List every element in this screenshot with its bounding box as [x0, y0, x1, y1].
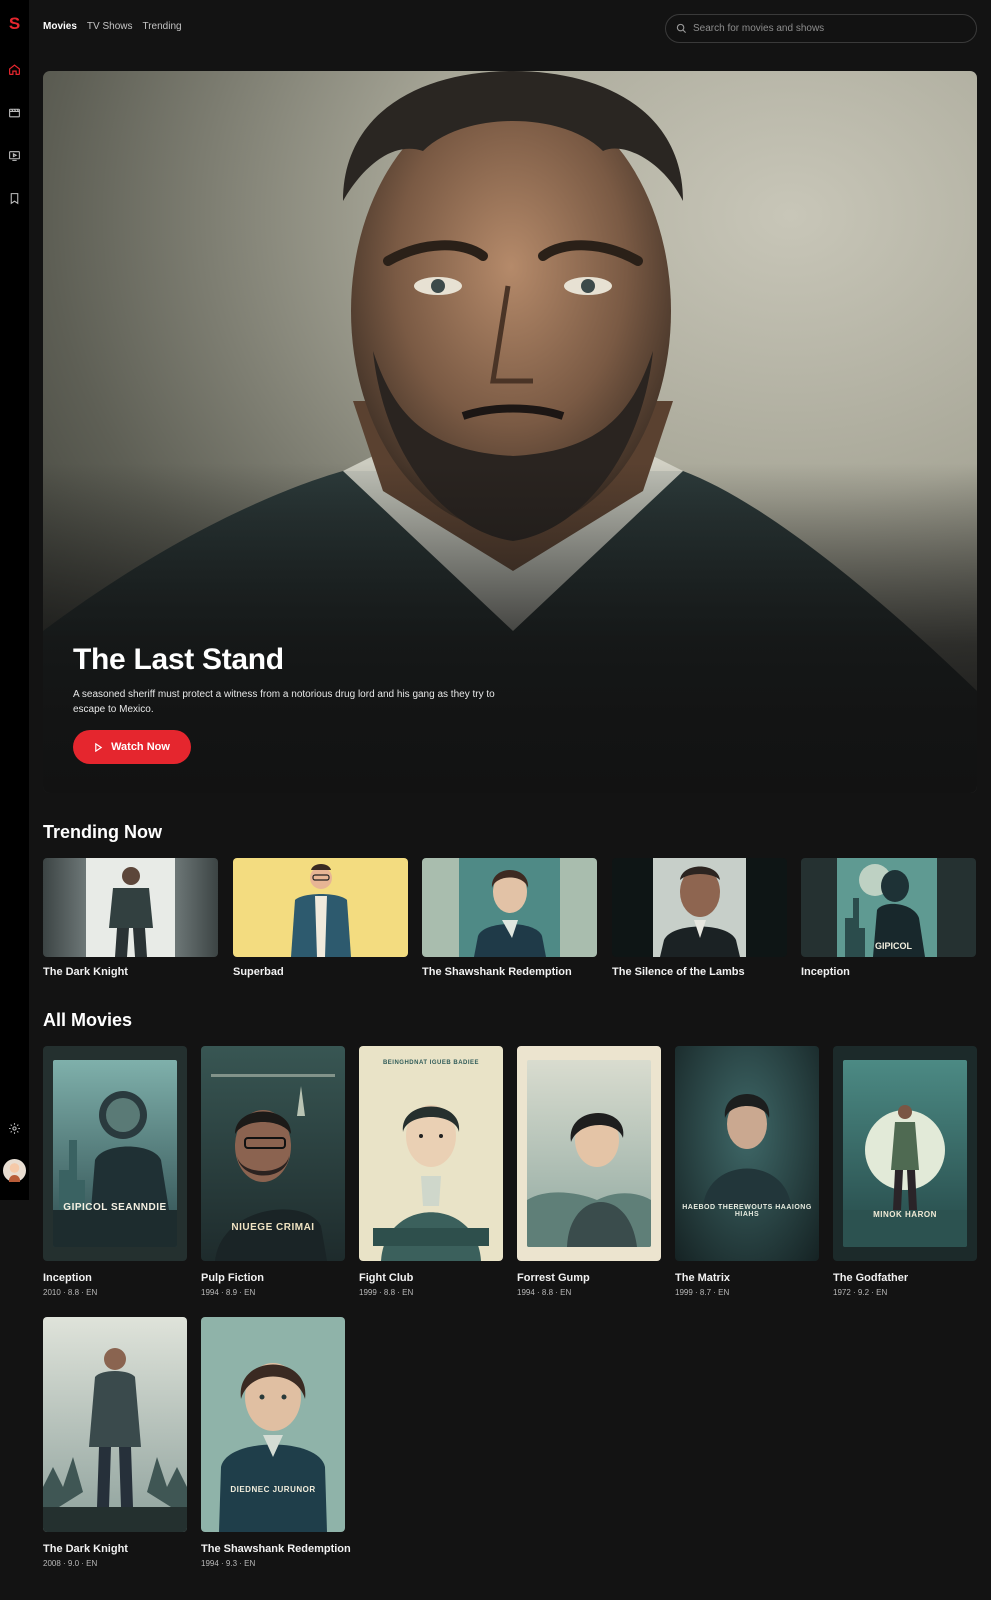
movie-title: The Dark Knight — [43, 1543, 128, 1555]
poster-title: GIPICOL SEANNDIE — [63, 1202, 167, 1213]
movie-card[interactable]: BEINGHDNAT IGUEB BADIEE Fight Club 1999 … — [359, 1046, 503, 1297]
movie-poster: GIPICOL SEANNDIE — [43, 1046, 187, 1261]
movie-title: The Shawshank Redemption — [201, 1543, 351, 1555]
movie-card[interactable]: HAEBOD THEREWOUTS HAAIONG HIAHS The Matr… — [675, 1046, 819, 1297]
sidebar: S — [0, 0, 29, 1200]
movie-title: Forrest Gump — [517, 1272, 590, 1284]
movie-poster — [43, 1317, 187, 1532]
poster-title: DIEDNEC JURUNOR — [230, 1485, 316, 1494]
movie-meta: 2008 · 9.0 · EN — [43, 1559, 98, 1568]
movie-card[interactable]: MINOK HARON The Godfather 1972 · 9.2 · E… — [833, 1046, 977, 1297]
hero-banner: The Last Stand A seasoned sheriff must p… — [43, 71, 977, 793]
movie-poster: MINOK HARON — [833, 1046, 977, 1261]
trending-label: Superbad — [233, 966, 284, 978]
movie-title: Fight Club — [359, 1272, 414, 1284]
movie-title: Inception — [43, 1272, 92, 1284]
movie-card[interactable]: NIUEGE CRIMAI Pulp Fiction 1994 · 8.9 · … — [201, 1046, 345, 1297]
poster-title: NIUEGE CRIMAI — [231, 1222, 315, 1233]
hero-description: A seasoned sheriff must protect a witnes… — [73, 689, 495, 715]
play-icon — [95, 742, 103, 752]
movie-meta: 1994 · 9.3 · EN — [201, 1559, 256, 1568]
tab-tv-shows[interactable]: TV Shows — [87, 21, 133, 32]
bookmark-icon[interactable] — [4, 188, 25, 209]
trending-label: The Dark Knight — [43, 966, 128, 978]
trending-card[interactable]: The Shawshank Redemption — [422, 858, 597, 978]
movie-card[interactable]: GIPICOL SEANNDIE Inception 2010 · 8.8 · … — [43, 1046, 187, 1297]
movie-poster: HAEBOD THEREWOUTS HAAIONG HIAHS — [675, 1046, 819, 1261]
trending-thumbnail: GIPICOL — [801, 858, 976, 957]
movies-icon[interactable] — [4, 102, 25, 123]
movie-meta: 1999 · 8.7 · EN — [675, 1288, 730, 1297]
trending-card[interactable]: The Dark Knight — [43, 858, 218, 978]
tab-movies[interactable]: Movies — [43, 21, 77, 32]
all-movies-title: All Movies — [43, 1010, 133, 1030]
movie-poster: BEINGHDNAT IGUEB BADIEE — [359, 1046, 503, 1261]
poster-title: MINOK HARON — [873, 1210, 937, 1219]
movie-poster: DIEDNEC JURUNOR — [201, 1317, 345, 1532]
trending-label: Inception — [801, 966, 850, 978]
app-logo[interactable]: S — [0, 14, 29, 34]
tv-icon[interactable] — [4, 145, 25, 166]
movie-card[interactable]: DIEDNEC JURUNOR The Shawshank Redemption… — [201, 1317, 351, 1568]
search-input[interactable] — [693, 23, 953, 34]
movie-meta: 2010 · 8.8 · EN — [43, 1288, 98, 1297]
watch-now-button[interactable]: Watch Now — [73, 730, 191, 764]
movie-title: The Godfather — [833, 1272, 909, 1284]
hero-title: The Last Stand — [73, 643, 284, 676]
home-icon[interactable] — [4, 59, 25, 80]
movie-poster: NIUEGE CRIMAI — [201, 1046, 345, 1261]
trending-label: The Shawshank Redemption — [422, 966, 572, 978]
poster-title: HAEBOD THEREWOUTS HAAIONG HIAHS — [682, 1204, 812, 1218]
avatar[interactable] — [3, 1159, 26, 1182]
trending-thumbnail — [43, 858, 218, 957]
movie-poster — [517, 1046, 661, 1261]
movie-meta: 1999 · 8.8 · EN — [359, 1288, 414, 1297]
movie-meta: 1994 · 8.8 · EN — [517, 1288, 572, 1297]
trending-title: Trending Now — [43, 822, 162, 842]
trending-thumbnail — [422, 858, 597, 957]
svg-text:GIPICOL: GIPICOL — [875, 941, 913, 951]
watch-now-label: Watch Now — [111, 741, 170, 753]
trending-card[interactable]: GIPICOL Inception — [801, 858, 976, 978]
movie-title: The Matrix — [675, 1272, 731, 1284]
top-nav: Movies TV Shows Trending — [43, 21, 182, 32]
trending-card[interactable]: Superbad — [233, 858, 408, 978]
trending-label: The Silence of the Lambs — [612, 966, 745, 978]
trending-card[interactable]: The Silence of the Lambs — [612, 858, 787, 978]
settings-icon[interactable] — [4, 1118, 25, 1139]
search-bar[interactable] — [665, 14, 977, 43]
trending-thumbnail — [233, 858, 408, 957]
movie-meta: 1972 · 9.2 · EN — [833, 1288, 888, 1297]
movie-meta: 1994 · 8.9 · EN — [201, 1288, 256, 1297]
trending-thumbnail — [612, 858, 787, 957]
search-icon — [676, 23, 687, 34]
movie-card[interactable]: The Dark Knight 2008 · 9.0 · EN — [43, 1317, 187, 1568]
tab-trending[interactable]: Trending — [142, 21, 181, 32]
movie-title: Pulp Fiction — [201, 1272, 264, 1284]
movie-card[interactable]: Forrest Gump 1994 · 8.8 · EN — [517, 1046, 661, 1297]
